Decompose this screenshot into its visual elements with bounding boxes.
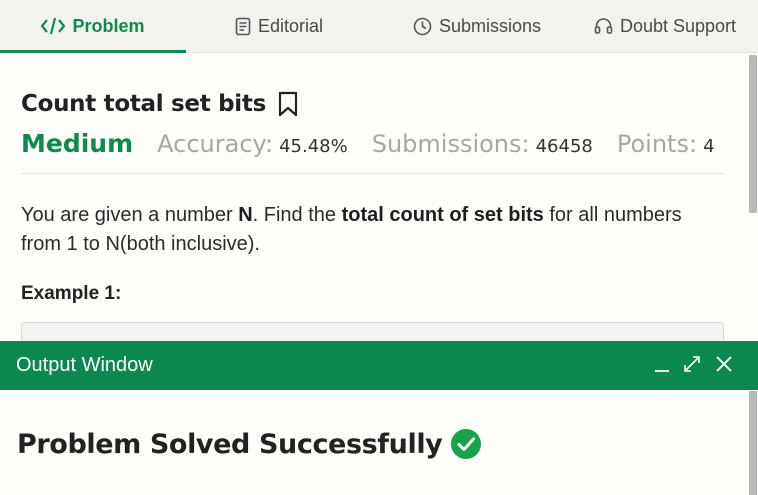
tab-submissions-label: Submissions: [438, 15, 542, 36]
result-status: Problem Solved Successfully: [17, 428, 443, 460]
problem-meta: Medium Accuracy: 45.48% Submissions: 464…: [21, 129, 715, 158]
divider: [21, 173, 724, 174]
accuracy-label: Accuracy:: [157, 130, 274, 158]
output-scrollbar-thumb[interactable]: [749, 391, 757, 495]
minimize-icon[interactable]: [654, 354, 670, 374]
tab-bar: Problem Editorial Submissions Doubt Supp…: [0, 0, 758, 53]
tab-editorial-label: Editorial: [257, 15, 324, 36]
example-box: [21, 322, 724, 341]
points-value: 4: [703, 136, 715, 157]
close-icon[interactable]: [714, 354, 734, 374]
output-window-title: Output Window: [16, 354, 153, 376]
output-window-body: Problem Solved Successfully: [0, 390, 748, 495]
description-bold: N: [238, 204, 253, 226]
tab-doubt-support[interactable]: Doubt Support: [572, 0, 758, 52]
problem-pane: Count total set bits Medium Accuracy: 45…: [0, 53, 748, 341]
description-text: You are given a number: [21, 204, 239, 226]
submissions-label: Submissions:: [371, 130, 530, 158]
headset-icon: [594, 17, 613, 36]
description-bold: total count of set bits: [341, 204, 544, 226]
example-heading: Example 1:: [21, 283, 122, 304]
problem-title: Count total set bits: [21, 91, 266, 117]
accuracy-value: 45.48%: [279, 136, 348, 157]
submissions-value: 46458: [535, 136, 593, 157]
description-text: . Find the: [252, 204, 342, 226]
problem-description: You are given a number N. Find the total…: [21, 201, 711, 259]
code-icon: [41, 17, 66, 35]
bookmark-icon[interactable]: [278, 91, 298, 117]
result-row: Problem Solved Successfully: [17, 428, 482, 460]
document-icon: [235, 17, 251, 36]
tab-problem-label: Problem: [72, 15, 145, 36]
tab-submissions[interactable]: Submissions: [392, 0, 562, 52]
output-window-header: Output Window: [0, 341, 758, 390]
check-circle-icon: [450, 428, 482, 460]
clock-icon: [413, 17, 432, 36]
problem-scrollbar-thumb[interactable]: [749, 55, 757, 213]
expand-icon[interactable]: [682, 354, 702, 374]
window-controls: [654, 354, 734, 374]
tab-editorial[interactable]: Editorial: [186, 0, 372, 52]
points-label: Points:: [616, 130, 698, 158]
difficulty-badge: Medium: [21, 129, 134, 158]
problem-title-row: Count total set bits: [21, 91, 298, 117]
tab-problem[interactable]: Problem: [0, 0, 186, 53]
tab-doubt-support-label: Doubt Support: [619, 15, 737, 36]
